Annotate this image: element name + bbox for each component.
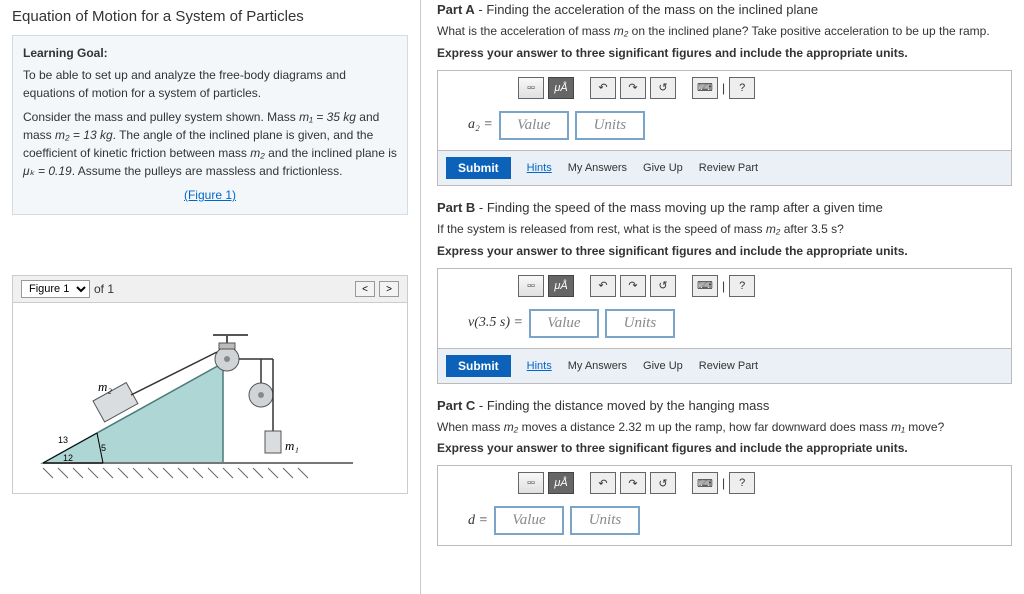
- diagram-m2-label: m₂: [98, 379, 112, 394]
- template-icon[interactable]: ▫▫: [518, 77, 544, 99]
- symbols-button[interactable]: μÅ: [548, 77, 574, 99]
- help-button[interactable]: ?: [729, 275, 755, 297]
- diagram-m1-label: m₁: [285, 438, 299, 453]
- my-answers-link[interactable]: My Answers: [568, 360, 627, 372]
- submit-button-a[interactable]: Submit: [446, 157, 511, 179]
- part-c: Part C - Finding the distance moved by t…: [437, 398, 1012, 547]
- units-input-a[interactable]: Units: [575, 111, 645, 140]
- svg-text:5: 5: [101, 443, 106, 453]
- symbols-button[interactable]: μÅ: [548, 275, 574, 297]
- units-input-c[interactable]: Units: [570, 506, 640, 535]
- keyboard-icon[interactable]: ⌨: [692, 472, 718, 494]
- label-d: d =: [468, 513, 488, 529]
- reset-button[interactable]: ↺: [650, 77, 676, 99]
- undo-button[interactable]: ↶: [590, 275, 616, 297]
- svg-text:13: 13: [58, 435, 68, 445]
- value-input-c[interactable]: Value: [494, 506, 564, 535]
- toolbar-a: ▫▫ μÅ ↶ ↷ ↺ ⌨ | ?: [438, 71, 1011, 105]
- help-button[interactable]: ?: [729, 472, 755, 494]
- goal-p1: To be able to set up and analyze the fre…: [23, 66, 397, 102]
- redo-button[interactable]: ↷: [620, 77, 646, 99]
- submit-button-b[interactable]: Submit: [446, 355, 511, 377]
- redo-button[interactable]: ↷: [620, 472, 646, 494]
- part-a: Part A - Finding the acceleration of the…: [437, 2, 1012, 186]
- my-answers-link[interactable]: My Answers: [568, 162, 627, 174]
- hints-link[interactable]: Hints: [527, 162, 552, 174]
- part-b: Part B - Finding the speed of the mass m…: [437, 200, 1012, 384]
- page-title: Equation of Motion for a System of Parti…: [12, 8, 408, 25]
- learning-goal-box: Learning Goal: To be able to set up and …: [12, 35, 408, 215]
- keyboard-icon[interactable]: ⌨: [692, 77, 718, 99]
- give-up-link[interactable]: Give Up: [643, 162, 683, 174]
- figure-select[interactable]: Figure 1: [21, 280, 90, 298]
- figure-prev-button[interactable]: <: [355, 281, 375, 297]
- toolbar-c: ▫▫ μÅ ↶ ↷ ↺ ⌨ | ?: [438, 466, 1011, 500]
- value-input-b[interactable]: Value: [529, 309, 599, 338]
- redo-button[interactable]: ↷: [620, 275, 646, 297]
- undo-button[interactable]: ↶: [590, 77, 616, 99]
- toolbar-b: ▫▫ μÅ ↶ ↷ ↺ ⌨ | ?: [438, 269, 1011, 303]
- svg-text:12: 12: [63, 453, 73, 463]
- reset-button[interactable]: ↺: [650, 472, 676, 494]
- figure-count: of 1: [94, 282, 114, 296]
- reset-button[interactable]: ↺: [650, 275, 676, 297]
- undo-button[interactable]: ↶: [590, 472, 616, 494]
- figure-next-button[interactable]: >: [379, 281, 399, 297]
- goal-p2: Consider the mass and pulley system show…: [23, 108, 397, 180]
- figure-link[interactable]: (Figure 1): [23, 186, 397, 204]
- give-up-link[interactable]: Give Up: [643, 360, 683, 372]
- template-icon[interactable]: ▫▫: [518, 275, 544, 297]
- figure-panel: Figure 1 of 1 < > m₂: [12, 275, 408, 494]
- units-input-b[interactable]: Units: [605, 309, 675, 338]
- template-icon[interactable]: ▫▫: [518, 472, 544, 494]
- keyboard-icon[interactable]: ⌨: [692, 275, 718, 297]
- review-link[interactable]: Review Part: [699, 360, 758, 372]
- symbols-button[interactable]: μÅ: [548, 472, 574, 494]
- hints-link[interactable]: Hints: [527, 360, 552, 372]
- figure-canvas: m₂ m₁: [13, 303, 407, 493]
- value-input-a[interactable]: Value: [499, 111, 569, 140]
- review-link[interactable]: Review Part: [699, 162, 758, 174]
- help-button[interactable]: ?: [729, 77, 755, 99]
- label-a2: a₂ =: [468, 117, 493, 133]
- goal-label: Learning Goal:: [23, 46, 397, 60]
- label-v: v(3.5 s) =: [468, 315, 523, 331]
